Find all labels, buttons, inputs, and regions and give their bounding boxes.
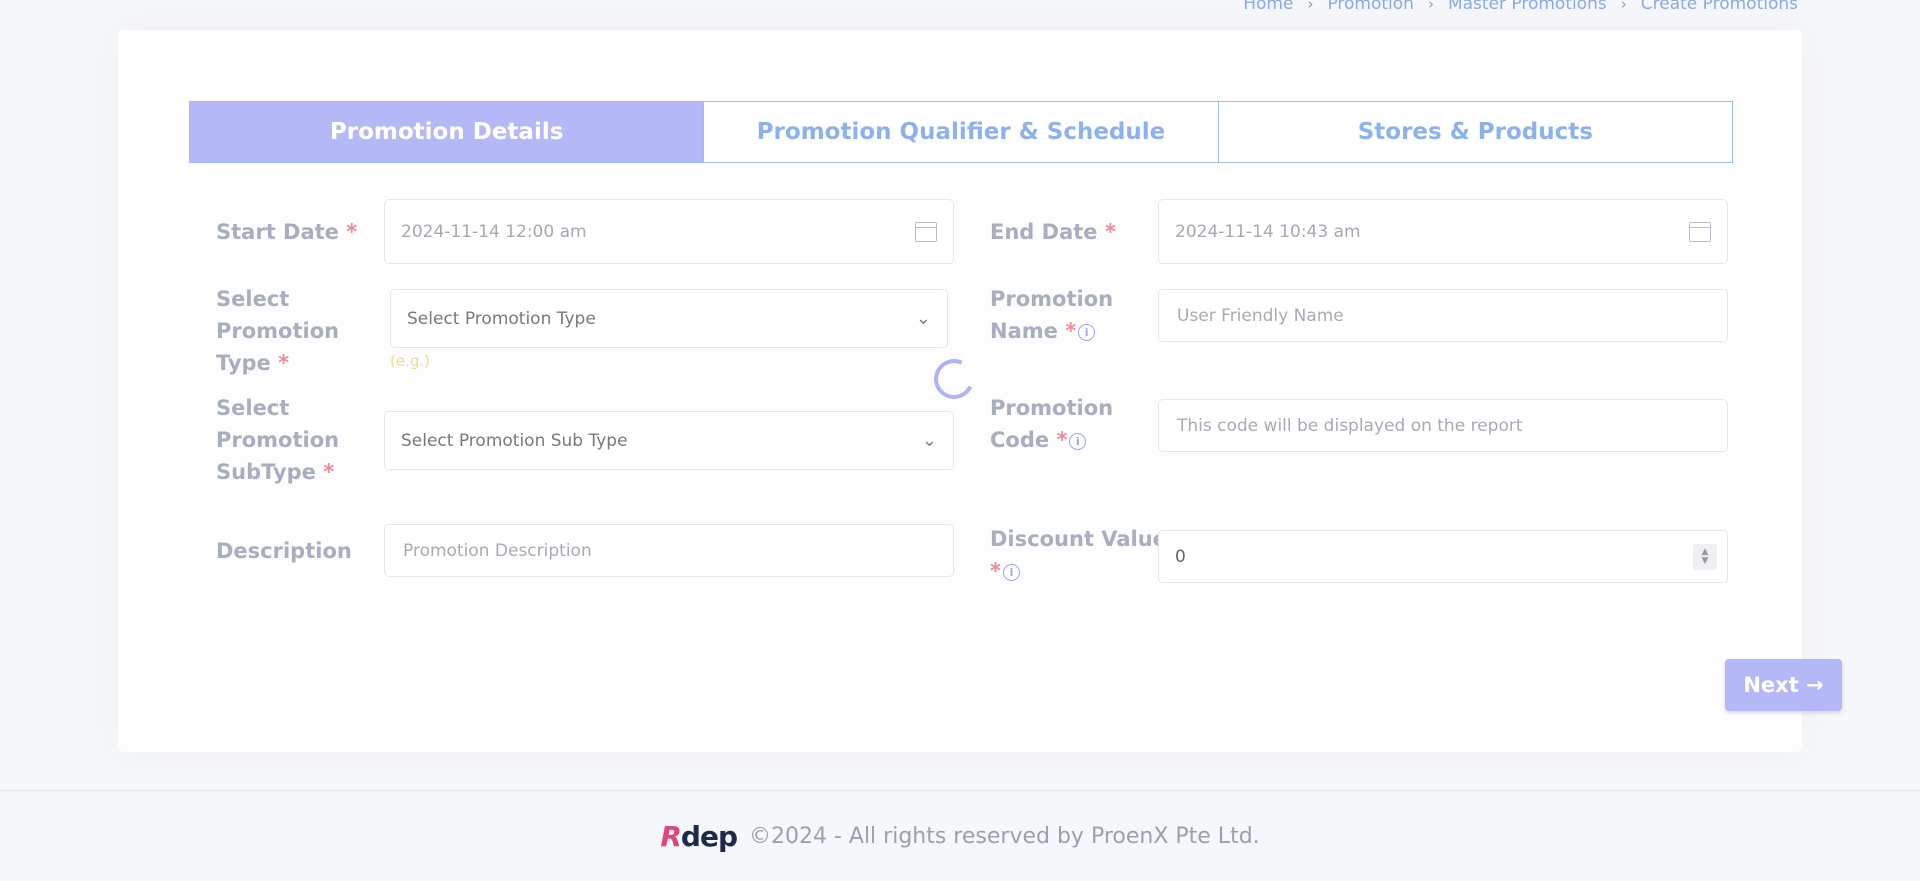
- promotion-subtype-select[interactable]: Select Promotion Sub Type ⌄: [384, 411, 954, 470]
- calendar-icon[interactable]: [915, 221, 937, 242]
- info-icon[interactable]: i: [1002, 563, 1020, 581]
- breadcrumb-promotion[interactable]: Promotion: [1327, 0, 1414, 14]
- number-stepper[interactable]: ▲ ▼: [1693, 543, 1717, 570]
- end-date-label: End Date *: [990, 220, 1116, 244]
- breadcrumb-home[interactable]: Home: [1243, 0, 1293, 14]
- promotion-name-input[interactable]: [1175, 304, 1711, 327]
- start-date-field[interactable]: 2024-11-14 12:00 am: [384, 199, 954, 264]
- chevron-right-icon: ›: [1307, 0, 1314, 13]
- chevron-down-icon: ⌄: [915, 308, 931, 329]
- end-date-value: 2024-11-14 10:43 am: [1175, 221, 1361, 242]
- calendar-icon[interactable]: [1689, 221, 1711, 242]
- promotion-type-label: Select Promotion Type *: [216, 287, 340, 375]
- promotion-name-field[interactable]: [1158, 289, 1728, 342]
- promotion-subtype-label: Select Promotion SubType *: [216, 396, 340, 484]
- discount-value-label: Discount Value * i: [990, 527, 1167, 583]
- next-button[interactable]: Next →: [1725, 659, 1842, 711]
- end-date-field[interactable]: 2024-11-14 10:43 am: [1158, 199, 1728, 264]
- description-input[interactable]: [401, 539, 937, 562]
- breadcrumb: Home › Promotion › Master Promotions › C…: [1243, 0, 1798, 14]
- breadcrumb-master-promotions[interactable]: Master Promotions: [1448, 0, 1607, 14]
- start-date-value: 2024-11-14 12:00 am: [401, 221, 587, 242]
- info-icon[interactable]: i: [1069, 432, 1087, 450]
- chevron-right-icon: ›: [1427, 0, 1434, 13]
- wizard-tabs: Promotion Details Promotion Qualifier & …: [189, 101, 1733, 163]
- discount-value: 0: [1175, 546, 1186, 567]
- promotion-code-label: Promotion Code * i: [990, 396, 1114, 452]
- breadcrumb-create-promotions[interactable]: Create Promotions: [1641, 0, 1798, 14]
- footer: Rdep ©2024 - All rights reserved by Proe…: [0, 790, 1920, 881]
- info-icon[interactable]: i: [1078, 323, 1096, 341]
- tab-promotion-qualifier-schedule[interactable]: Promotion Qualifier & Schedule: [703, 102, 1218, 162]
- description-label: Description: [216, 539, 352, 563]
- chevron-down-icon: ⌄: [921, 430, 937, 451]
- promotion-code-input[interactable]: [1175, 414, 1711, 437]
- promotion-name-label: Promotion Name * i: [990, 287, 1114, 343]
- tab-stores-products[interactable]: Stores & Products: [1217, 102, 1732, 162]
- rdep-logo: Rdep: [660, 819, 738, 853]
- promotion-code-field[interactable]: [1158, 399, 1728, 452]
- discount-value-field[interactable]: 0 ▲ ▼: [1158, 530, 1728, 583]
- footer-copyright: ©2024 - All rights reserved by ProenX Pt…: [748, 823, 1260, 849]
- tab-promotion-details[interactable]: Promotion Details: [190, 102, 704, 162]
- promotion-type-select[interactable]: Select Promotion Type ⌄: [390, 289, 948, 348]
- promotion-type-hint: (e.g.): [390, 352, 430, 370]
- chevron-right-icon: ›: [1620, 0, 1627, 13]
- description-field[interactable]: [384, 524, 954, 577]
- start-date-label: Start Date *: [216, 220, 358, 244]
